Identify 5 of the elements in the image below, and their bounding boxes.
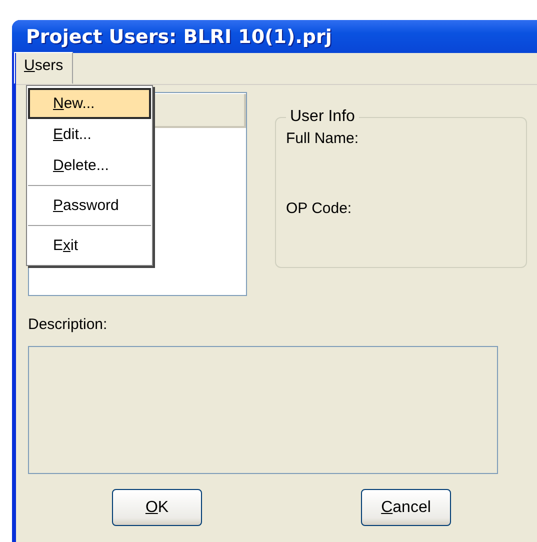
field-label: Full Name: xyxy=(286,130,360,149)
field-label: OP Code: xyxy=(286,200,353,219)
group-title: User Info xyxy=(289,108,356,126)
window-title: Project Users: BLRI 10(1).prj xyxy=(26,26,332,48)
description-label: Description: xyxy=(28,316,108,335)
